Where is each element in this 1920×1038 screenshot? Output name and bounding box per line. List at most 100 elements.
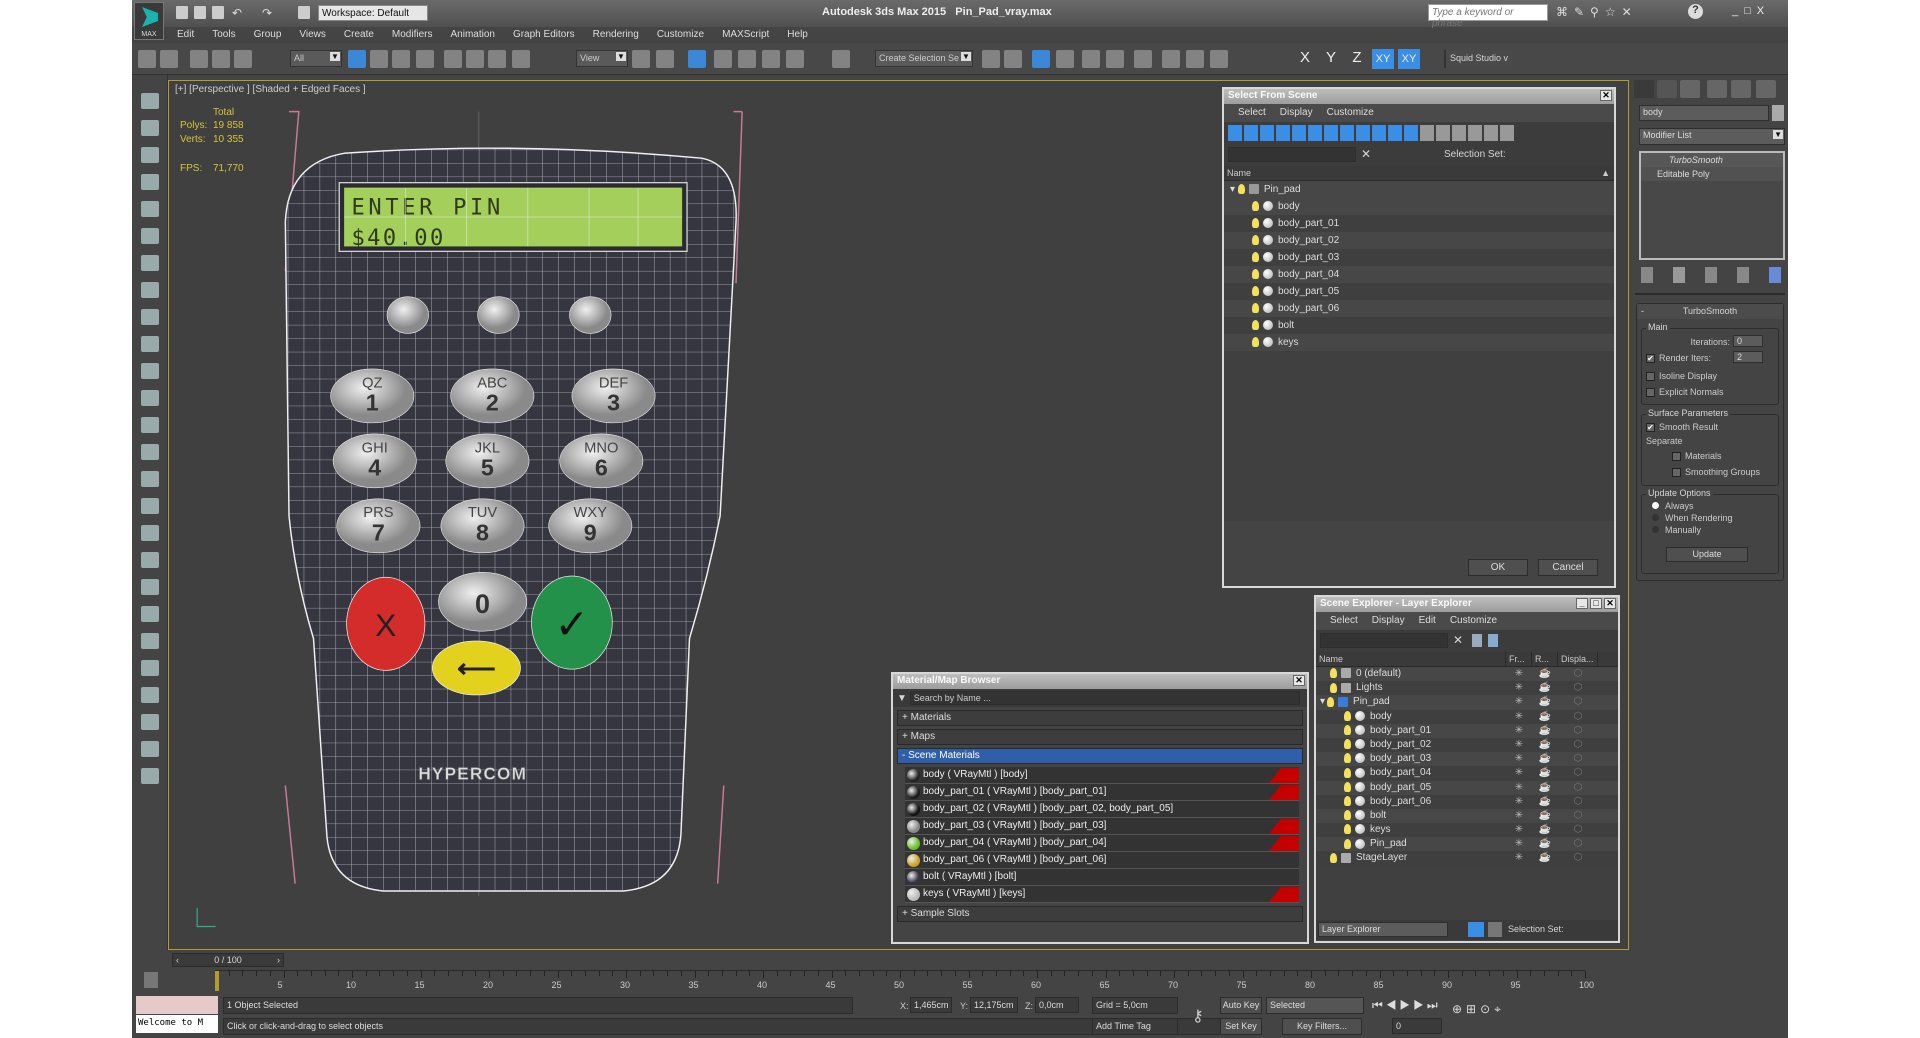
- visibility-bulb-icon[interactable]: [1344, 824, 1351, 835]
- restrict-x-button[interactable]: X: [1294, 49, 1316, 69]
- tree-item[interactable]: body_part_05: [1224, 283, 1614, 300]
- filter-toggle-icon[interactable]: [1372, 125, 1386, 141]
- grid-icon[interactable]: [141, 174, 159, 190]
- filter-toggle-icon[interactable]: [1404, 125, 1418, 141]
- window-crossing-icon[interactable]: [416, 50, 434, 68]
- explorer-row[interactable]: keys ✳ ☕ ⬡: [1316, 823, 1618, 838]
- sphere-icon[interactable]: [141, 336, 159, 352]
- tree-item[interactable]: body_part_06: [1224, 300, 1614, 317]
- filter-toggle-icon[interactable]: [1260, 125, 1274, 141]
- project-folder-icon[interactable]: [298, 6, 310, 19]
- explorer-row[interactable]: Pin_pad ✳ ☕ ⬡: [1316, 837, 1618, 852]
- teapot-icon[interactable]: [141, 93, 159, 109]
- unlink-icon[interactable]: [212, 50, 230, 68]
- tree-root[interactable]: ▾ Pin_pad: [1224, 181, 1614, 198]
- utilities-tab-icon[interactable]: [1756, 80, 1776, 98]
- filter-toggle-icon[interactable]: [1436, 125, 1450, 141]
- visibility-bulb-icon[interactable]: [1344, 739, 1351, 750]
- ok-button[interactable]: OK: [1468, 559, 1528, 576]
- particles-icon[interactable]: [141, 498, 159, 514]
- freeze-icon[interactable]: ✳: [1506, 710, 1532, 724]
- display-box-icon[interactable]: ⬡: [1558, 667, 1598, 681]
- clear-find-icon[interactable]: ✕: [1361, 147, 1371, 161]
- material-item[interactable]: body_part_03 ( VRayMtl ) [body_part_03]: [905, 818, 1299, 835]
- select-and-manipulate-icon[interactable]: [632, 50, 650, 68]
- explorer-row[interactable]: body_part_04 ✳ ☕ ⬡: [1316, 766, 1618, 781]
- add-to-layer-icon[interactable]: [1488, 634, 1498, 647]
- filter-toggle-icon[interactable]: [1420, 125, 1434, 141]
- search-by-name-input[interactable]: Search by Name ...: [909, 691, 1300, 705]
- maximize-icon[interactable]: □: [1590, 598, 1602, 609]
- redo-icon[interactable]: [160, 50, 178, 68]
- explorer-title-bar[interactable]: Scene Explorer - Layer Explorer ✕ □ _: [1316, 597, 1618, 612]
- visibility-bulb-icon[interactable]: [1344, 710, 1351, 721]
- visibility-bulb-icon[interactable]: [1344, 725, 1351, 736]
- sun-icon[interactable]: [141, 444, 159, 460]
- configure-modifier-sets-icon[interactable]: [1769, 267, 1781, 283]
- name-column-header[interactable]: Name ▲: [1224, 166, 1614, 181]
- renderable-teapot-icon[interactable]: ☕: [1532, 667, 1558, 681]
- scene-materials-section[interactable]: - Scene Materials: [897, 748, 1303, 764]
- globe-icon[interactable]: [141, 579, 159, 595]
- renderable-teapot-icon[interactable]: ☕: [1532, 809, 1558, 823]
- find-input[interactable]: [1228, 147, 1356, 162]
- update-option-radio[interactable]: When Rendering: [1652, 513, 1733, 523]
- render-iters-checkbox[interactable]: ✔ Render Iters:: [1646, 353, 1711, 364]
- visibility-bulb-icon[interactable]: [1344, 781, 1351, 792]
- dialog-title-bar[interactable]: Select From Scene ✕: [1224, 89, 1614, 104]
- cylinder-icon[interactable]: [141, 363, 159, 379]
- y-coordinate-field[interactable]: 12,175cm: [970, 997, 1018, 1013]
- menu-rendering[interactable]: Rendering: [584, 27, 648, 43]
- selection-filter-dropdown[interactable]: All: [290, 50, 342, 67]
- freeze-icon[interactable]: ✳: [1506, 752, 1532, 766]
- display-box-icon[interactable]: ⬡: [1558, 738, 1598, 752]
- current-frame-field[interactable]: 0: [1392, 1018, 1442, 1034]
- display-box-icon[interactable]: ⬡: [1558, 809, 1598, 823]
- render-production-icon[interactable]: [1210, 50, 1228, 68]
- rendered-frame-window-icon[interactable]: [1186, 50, 1204, 68]
- renderable-teapot-icon[interactable]: ☕: [1532, 766, 1558, 780]
- app-menu-button[interactable]: MAX: [134, 2, 164, 40]
- key-mode-dropdown[interactable]: Selected: [1266, 997, 1364, 1014]
- visibility-bulb-icon[interactable]: [1252, 252, 1259, 263]
- visibility-bulb-icon[interactable]: [1330, 668, 1337, 679]
- time-slider-marker[interactable]: [215, 971, 219, 991]
- restrict-xy-button[interactable]: XY: [1372, 49, 1394, 69]
- camera-icon[interactable]: [141, 660, 159, 676]
- tree-item[interactable]: keys: [1224, 334, 1614, 351]
- helper-icon[interactable]: [141, 552, 159, 568]
- undo-icon[interactable]: [138, 50, 156, 68]
- explorer-row[interactable]: StageLayer ✳ ☕ ⬡: [1316, 851, 1618, 866]
- track-bar[interactable]: 5 10 15 20 25 30 35 40 45 50 55 60 65 70 75 80 85 90 95 100: [215, 970, 1594, 994]
- select-and-scale-icon[interactable]: [488, 50, 506, 68]
- filter-toggle-icon[interactable]: [1468, 125, 1482, 141]
- display-box-icon[interactable]: ⬡: [1558, 851, 1598, 865]
- restrict-y-button[interactable]: Y: [1320, 49, 1342, 69]
- display-box-icon[interactable]: ⬡: [1558, 681, 1598, 695]
- render-frame-icon[interactable]: [141, 120, 159, 136]
- display-box-icon[interactable]: ⬡: [1558, 724, 1598, 738]
- explorer-row[interactable]: body_part_01 ✳ ☕ ⬡: [1316, 723, 1618, 738]
- schematic-view-icon[interactable]: [1106, 50, 1124, 68]
- display-box-icon[interactable]: ⬡: [1558, 781, 1598, 795]
- maps-section[interactable]: + Maps: [897, 729, 1303, 745]
- percent-snap-icon[interactable]: [762, 50, 780, 68]
- select-and-place-icon[interactable]: [512, 50, 530, 68]
- freeze-icon[interactable]: ✳: [1506, 724, 1532, 738]
- material-editor-icon[interactable]: [1134, 50, 1152, 68]
- toggle-ribbon-icon[interactable]: [1056, 50, 1074, 68]
- material-item[interactable]: body_part_04 ( VRayMtl ) [body_part_04]: [905, 835, 1299, 852]
- sort-by-hierarchy-icon[interactable]: [1488, 922, 1502, 937]
- object-color-swatch[interactable]: [1772, 105, 1784, 121]
- snaps-toggle-icon[interactable]: [714, 50, 732, 68]
- explorer-find-input[interactable]: [1320, 633, 1448, 648]
- menu-animation[interactable]: Animation: [441, 27, 503, 43]
- set-key-button[interactable]: Set Key: [1220, 1018, 1262, 1035]
- select-by-name-icon[interactable]: [370, 50, 388, 68]
- explorer-menu-edit[interactable]: Edit: [1419, 615, 1436, 627]
- select-and-rotate-icon[interactable]: [466, 50, 484, 68]
- close-icon[interactable]: ✕: [1293, 675, 1305, 686]
- menu-modifiers[interactable]: Modifiers: [383, 27, 442, 43]
- hand-icon[interactable]: [141, 633, 159, 649]
- tree-item[interactable]: body_part_04: [1224, 266, 1614, 283]
